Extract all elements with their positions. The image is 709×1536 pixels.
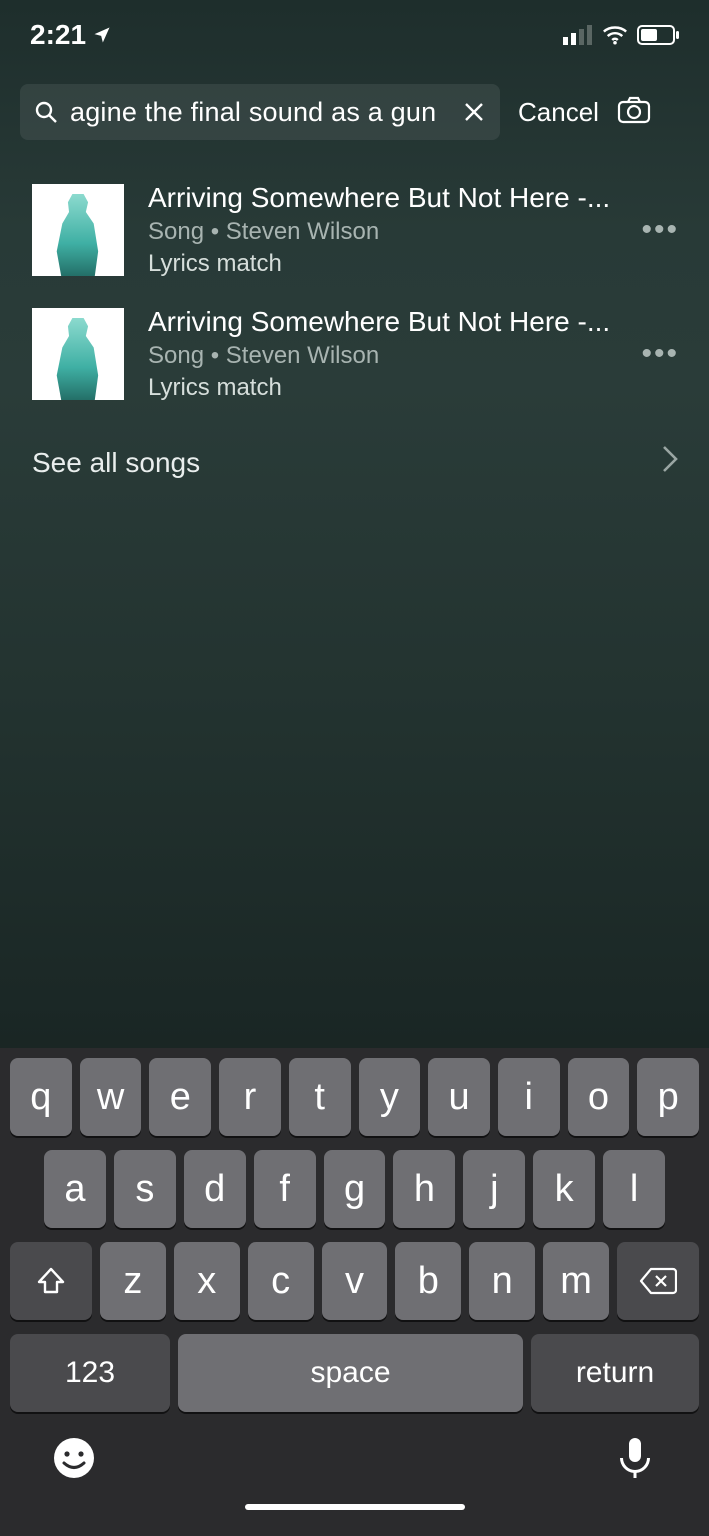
result-subtitle: Song • Steven Wilson (148, 342, 613, 370)
key-b[interactable]: b (395, 1242, 461, 1320)
camera-button[interactable] (617, 96, 651, 129)
more-icon: ••• (641, 213, 679, 246)
key-m[interactable]: m (543, 1242, 609, 1320)
status-time-group: 2:21 (30, 19, 112, 51)
keyboard-row-2: a s d f g h j k l (6, 1150, 703, 1228)
album-art (32, 308, 124, 400)
key-f[interactable]: f (254, 1150, 316, 1228)
key-x[interactable]: x (174, 1242, 240, 1320)
dictation-button[interactable] (611, 1434, 659, 1482)
key-h[interactable]: h (393, 1150, 455, 1228)
key-t[interactable]: t (289, 1058, 351, 1136)
result-text: Arriving Somewhere But Not Here -... Son… (148, 182, 613, 278)
more-options-button[interactable]: ••• (637, 337, 683, 371)
cellular-icon (563, 25, 593, 45)
location-arrow-icon (92, 25, 112, 45)
key-e[interactable]: e (149, 1058, 211, 1136)
shift-icon (35, 1265, 67, 1297)
key-return[interactable]: return (531, 1334, 699, 1412)
result-title: Arriving Somewhere But Not Here -... (148, 182, 613, 214)
result-extra: Lyrics match (148, 374, 613, 402)
key-a[interactable]: a (44, 1150, 106, 1228)
key-q[interactable]: q (10, 1058, 72, 1136)
key-w[interactable]: w (80, 1058, 142, 1136)
status-time: 2:21 (30, 19, 86, 51)
emoji-icon (52, 1436, 96, 1480)
key-s[interactable]: s (114, 1150, 176, 1228)
camera-icon (617, 96, 651, 124)
key-l[interactable]: l (603, 1150, 665, 1228)
key-j[interactable]: j (463, 1150, 525, 1228)
result-title: Arriving Somewhere But Not Here -... (148, 306, 613, 338)
search-icon (34, 100, 58, 124)
key-v[interactable]: v (322, 1242, 388, 1320)
search-field[interactable] (20, 84, 500, 140)
keyboard-bottom-row (6, 1412, 703, 1492)
key-p[interactable]: p (637, 1058, 699, 1136)
result-extra: Lyrics match (148, 250, 613, 278)
clear-search-button[interactable] (462, 100, 486, 124)
chevron-right-icon (661, 444, 679, 481)
emoji-button[interactable] (50, 1434, 98, 1482)
key-backspace[interactable] (617, 1242, 699, 1320)
key-d[interactable]: d (184, 1150, 246, 1228)
result-row[interactable]: Arriving Somewhere But Not Here -... Son… (0, 168, 709, 292)
key-r[interactable]: r (219, 1058, 281, 1136)
key-z[interactable]: z (100, 1242, 166, 1320)
key-k[interactable]: k (533, 1150, 595, 1228)
backspace-icon (639, 1267, 677, 1295)
album-art (32, 184, 124, 276)
keyboard: q w e r t y u i o p a s d f g h j k l z … (0, 1048, 709, 1536)
result-row[interactable]: Arriving Somewhere But Not Here -... Son… (0, 292, 709, 416)
battery-icon (637, 25, 679, 45)
microphone-icon (618, 1436, 652, 1480)
see-all-songs[interactable]: See all songs (0, 416, 709, 509)
key-u[interactable]: u (428, 1058, 490, 1136)
more-options-button[interactable]: ••• (637, 213, 683, 247)
key-numbers[interactable]: 123 (10, 1334, 170, 1412)
keyboard-row-4: 123 space return (6, 1334, 703, 1412)
key-y[interactable]: y (359, 1058, 421, 1136)
result-subtitle: Song • Steven Wilson (148, 218, 613, 246)
key-g[interactable]: g (324, 1150, 386, 1228)
key-c[interactable]: c (248, 1242, 314, 1320)
key-o[interactable]: o (568, 1058, 630, 1136)
home-indicator[interactable] (245, 1504, 465, 1510)
key-i[interactable]: i (498, 1058, 560, 1136)
wifi-icon (601, 25, 629, 45)
search-results: Arriving Somewhere But Not Here -... Son… (0, 162, 709, 509)
keyboard-row-3: z x c v b n m (6, 1242, 703, 1320)
search-input[interactable] (70, 97, 450, 128)
key-shift[interactable] (10, 1242, 92, 1320)
cancel-button[interactable]: Cancel (518, 97, 599, 128)
keyboard-row-1: q w e r t y u i o p (6, 1058, 703, 1136)
key-n[interactable]: n (469, 1242, 535, 1320)
see-all-label: See all songs (32, 447, 200, 479)
close-icon (462, 100, 486, 124)
more-icon: ••• (641, 337, 679, 370)
status-right (563, 25, 679, 45)
key-space[interactable]: space (178, 1334, 523, 1412)
result-text: Arriving Somewhere But Not Here -... Son… (148, 306, 613, 402)
search-header: Cancel (0, 70, 709, 162)
status-bar: 2:21 (0, 0, 709, 70)
